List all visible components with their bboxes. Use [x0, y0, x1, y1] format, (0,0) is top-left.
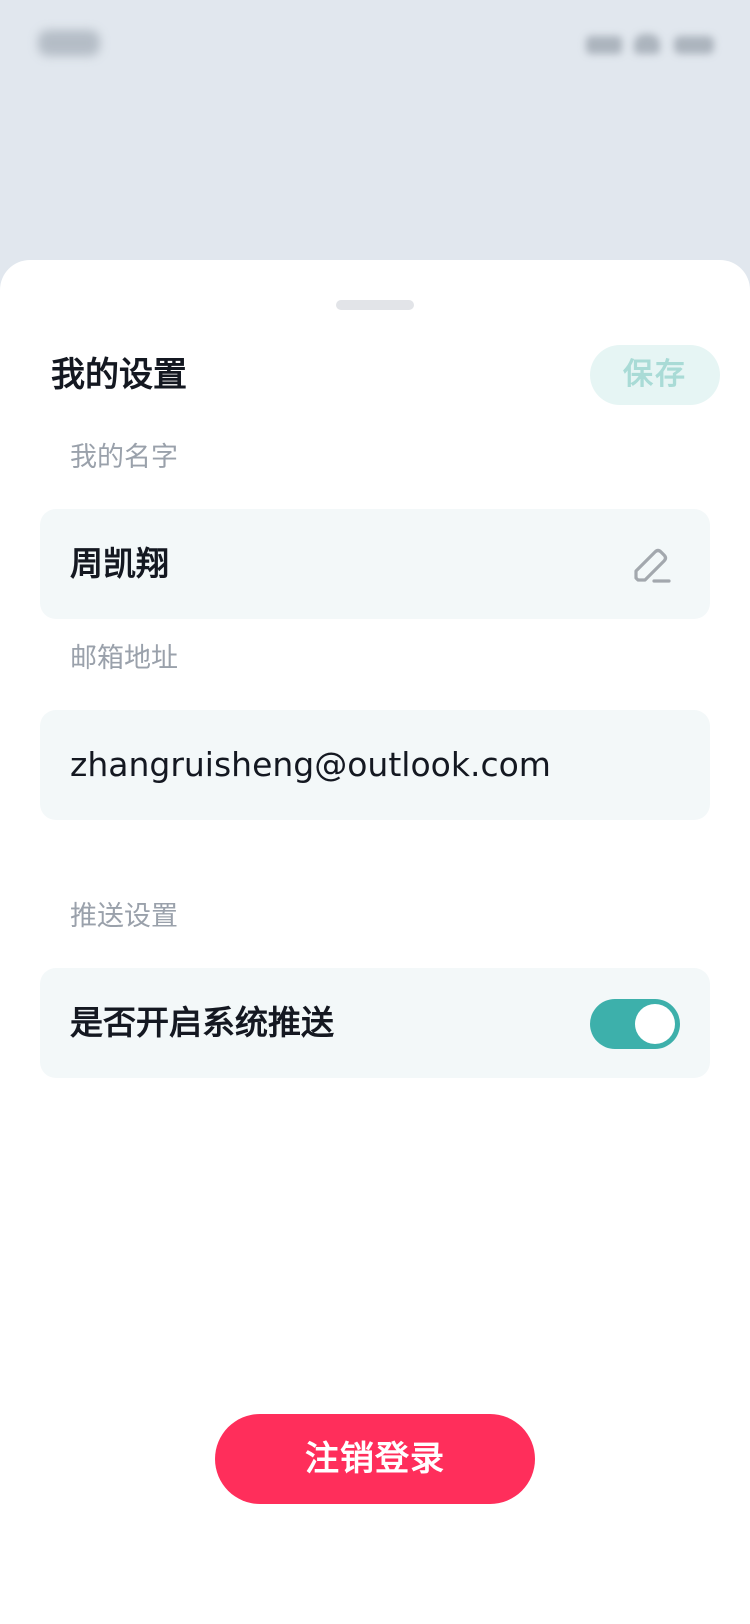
push-toggle[interactable] — [590, 999, 680, 1049]
battery-icon — [674, 36, 714, 54]
edit-pencil-icon[interactable] — [630, 544, 672, 586]
email-field[interactable]: zhangruisheng@outlook.com — [40, 710, 710, 820]
status-icons — [586, 30, 718, 56]
drag-handle[interactable] — [336, 300, 414, 310]
save-button[interactable]: 保存 — [590, 345, 720, 405]
push-setting-row: 是否开启系统推送 — [40, 968, 710, 1078]
name-field[interactable]: 周凯翔 — [40, 509, 710, 619]
toggle-knob — [635, 1004, 675, 1044]
push-toggle-label: 是否开启系统推送 — [70, 1003, 334, 1042]
name-value: 周凯翔 — [70, 544, 169, 583]
wifi-icon — [634, 34, 660, 54]
page-title: 我的设置 — [51, 355, 187, 395]
email-label: 邮箱地址 — [70, 643, 178, 674]
push-settings-label: 推送设置 — [70, 901, 178, 932]
email-value: zhangruisheng@outlook.com — [70, 745, 551, 784]
logout-button[interactable]: 注销登录 — [215, 1414, 535, 1504]
signal-icon — [586, 36, 622, 54]
name-label: 我的名字 — [70, 442, 178, 473]
status-time — [38, 30, 100, 56]
status-bar — [0, 0, 750, 100]
settings-screen: 我的设置 保存 我的名字 周凯翔 邮箱地址 zhangruisheng@outl… — [0, 0, 750, 1624]
settings-sheet: 我的设置 保存 我的名字 周凯翔 邮箱地址 zhangruisheng@outl… — [0, 260, 750, 1624]
